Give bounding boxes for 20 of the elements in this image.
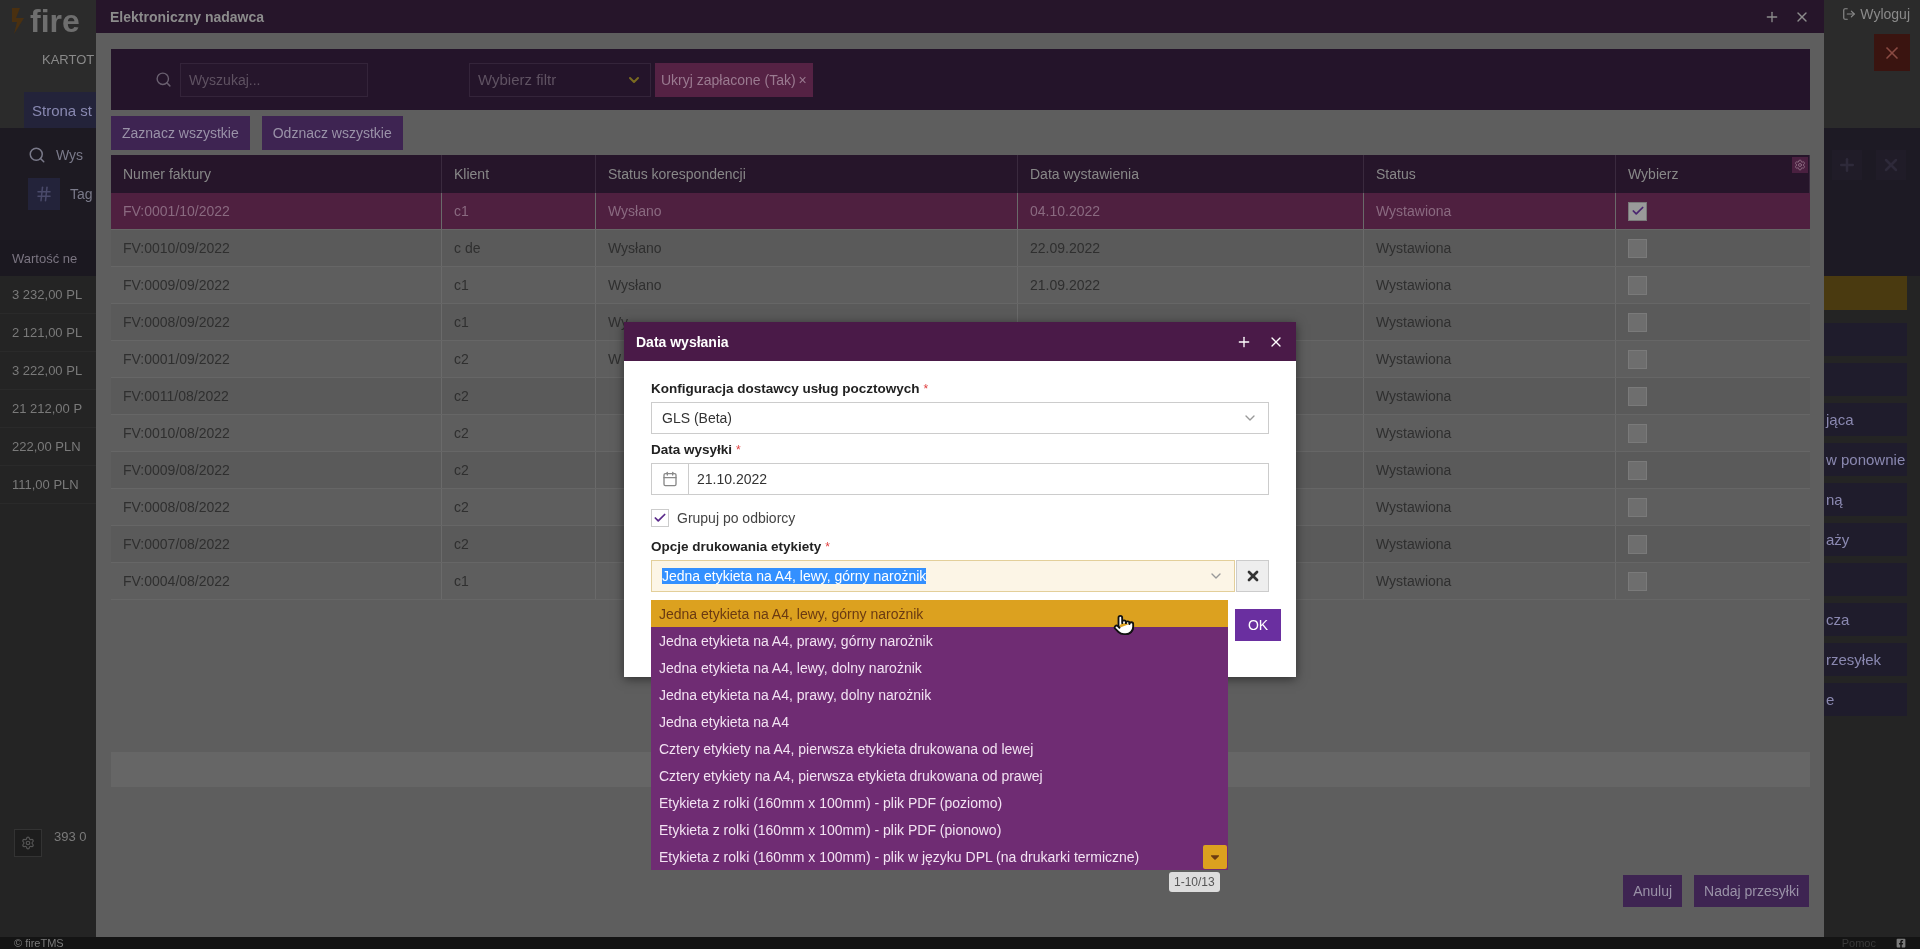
summary-text: 393 0 — [54, 829, 87, 844]
field-label: Opcje drukowania etykiety — [651, 539, 822, 554]
checkbox-label: Grupuj po odbiorcy — [677, 510, 796, 526]
page-counter: 1-10/13 — [1169, 872, 1220, 892]
required-mark: * — [736, 443, 741, 457]
required-mark: * — [825, 540, 830, 554]
field-label: Data wysyłki — [651, 442, 733, 457]
table-cell: Wystawiona — [1364, 193, 1616, 229]
table-cell: Wysłano — [596, 193, 1018, 229]
column-header: Wartość ne — [0, 240, 96, 276]
required-mark: * — [923, 382, 929, 396]
search-text: Wys — [56, 147, 84, 163]
copyright-text: © fireTMS — [14, 937, 64, 949]
field-label: Konfiguracja dostawcy usług pocztowych — [651, 381, 920, 396]
window-title: Elektroniczny nadawca — [110, 8, 266, 25]
table-cell: c1 — [442, 193, 596, 229]
table-cell: 04.10.2022 — [1018, 193, 1364, 229]
chip-label: Ukryj zapłacone (Tak) — [661, 71, 796, 88]
logo-text: fire — [30, 2, 80, 40]
table-cell: FV:0001/10/2022 — [111, 193, 442, 229]
